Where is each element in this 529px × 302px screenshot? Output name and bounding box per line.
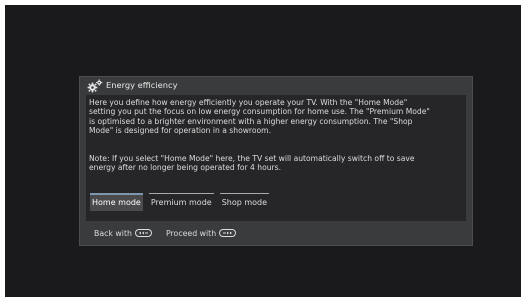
tv-screen: Energy efficiency Here you define how en… (5, 5, 521, 297)
shop-mode-option[interactable]: Shop mode (219, 193, 270, 211)
premium-mode-option[interactable]: Premium mode (148, 193, 214, 211)
back-hint[interactable]: Back with (94, 228, 152, 239)
description-text: Here you define how energy efficiently y… (89, 98, 430, 135)
dialog-footer: Back with Proceed with (94, 227, 237, 239)
mode-selector: Home mode Premium mode Shop mode (90, 193, 270, 215)
back-label: Back with (94, 228, 132, 238)
dialog-content-panel: Here you define how energy efficiently y… (86, 95, 466, 221)
home-mode-option[interactable]: Home mode (90, 193, 143, 211)
dialog-title: Energy efficiency (106, 80, 178, 90)
remote-back-button-icon (134, 229, 152, 237)
remote-ok-button-icon (219, 229, 237, 237)
proceed-hint[interactable]: Proceed with (165, 228, 237, 239)
note-text: Note: If you select "Home Mode" here, th… (89, 154, 415, 173)
dialog-header: Energy efficiency (80, 77, 472, 94)
proceed-label: Proceed with (165, 228, 217, 238)
energy-efficiency-dialog: Energy efficiency Here you define how en… (79, 76, 473, 246)
gear-icon (87, 78, 103, 92)
